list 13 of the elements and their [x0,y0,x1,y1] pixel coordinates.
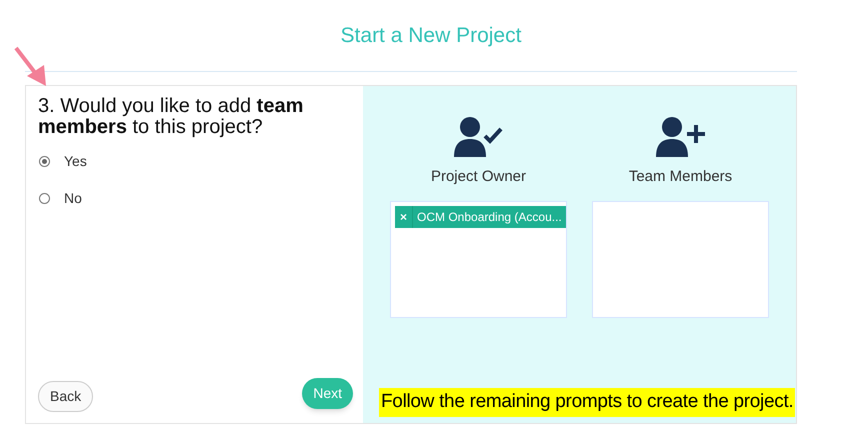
radio-button[interactable] [39,193,50,204]
page-title: Start a New Project [340,22,522,49]
column-label: Project Owner [430,167,526,187]
tag-label: OCM Onboarding (Accou... [416,208,563,226]
instruction-callout: Follow the remaining prompts to create the project. [379,388,796,416]
user-plus-icon [654,116,706,158]
radio-button[interactable] [39,156,50,167]
column-label: Team Members [628,167,732,187]
user-check-icon [452,116,504,158]
question-text: 3. Would you like to add team members to this project? [38,96,304,138]
radio-option[interactable]: Yes [39,151,351,172]
radio-option[interactable]: No [39,188,351,209]
back-button[interactable]: Back [38,381,94,412]
